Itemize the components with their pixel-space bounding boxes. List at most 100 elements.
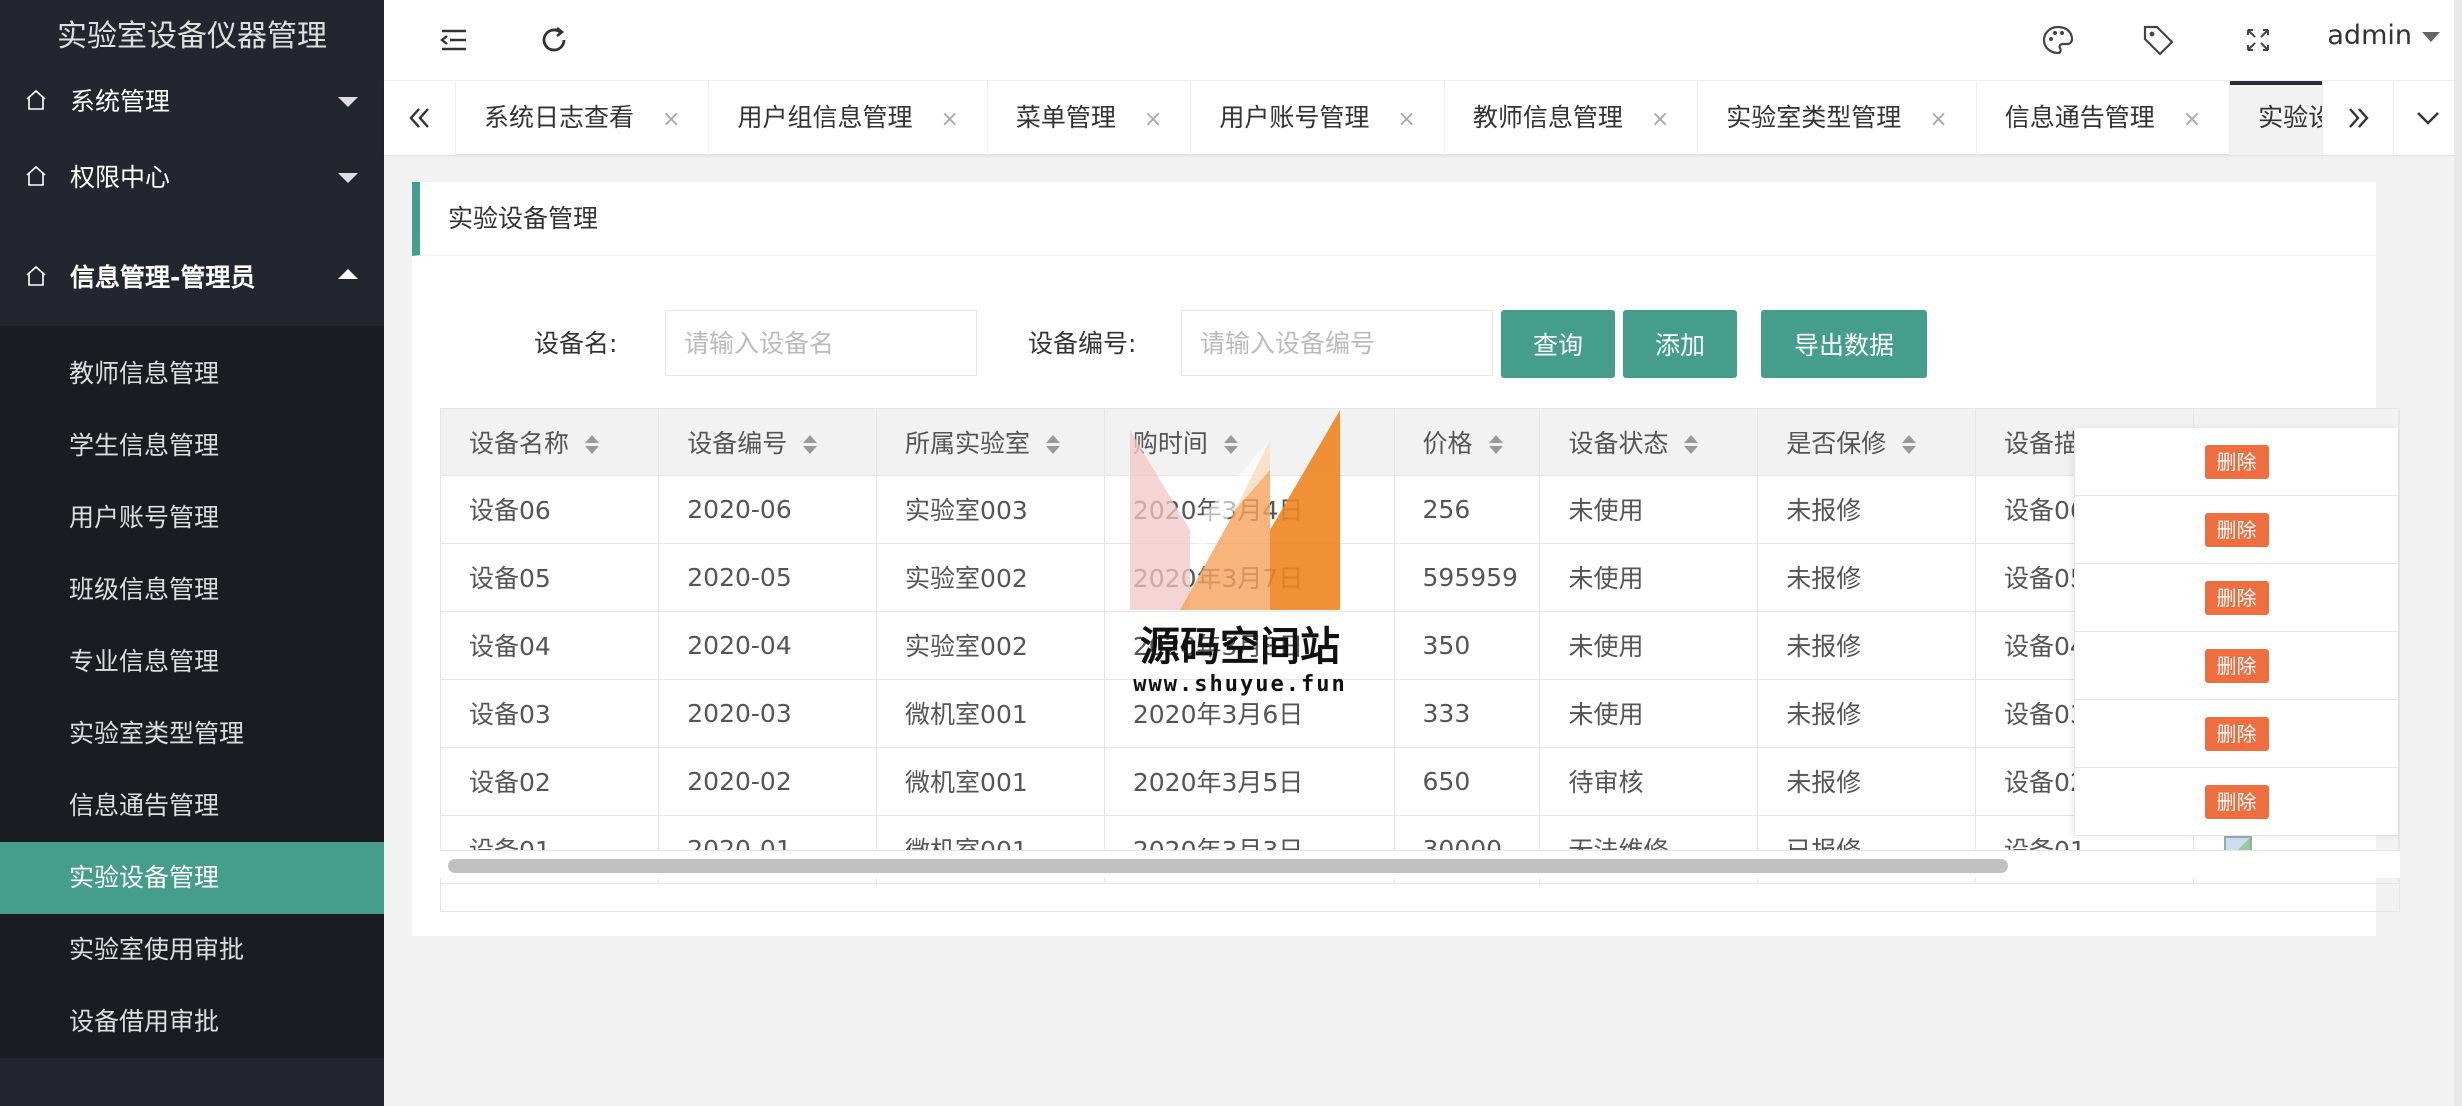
add-button[interactable]: 添加 [1623, 310, 1737, 378]
sidebar-item-borrow-approval[interactable]: 设备借用审批 [0, 986, 384, 1058]
action-cell: 删除 [2075, 496, 2398, 564]
col-header-code[interactable]: 设备编号 [658, 409, 878, 476]
tag-icon[interactable] [2140, 22, 2176, 58]
palette-icon[interactable] [2040, 22, 2076, 58]
home-icon [26, 265, 46, 286]
nav-group-info-admin[interactable]: 信息管理-管理员 [0, 226, 384, 326]
col-header-name[interactable]: 设备名称 [441, 409, 660, 476]
close-icon[interactable]: × [662, 107, 680, 132]
close-icon[interactable]: × [1397, 107, 1415, 132]
table-cell: 设备06 [441, 475, 660, 544]
double-chevron-right-icon [2349, 108, 2369, 128]
double-chevron-left-icon [408, 108, 429, 128]
equipment-code-input[interactable] [1181, 310, 1493, 376]
table-cell: 设备02 [441, 747, 660, 816]
watermark: 源码空间站 www.shuyue.fun [1120, 410, 1360, 700]
sort-icon[interactable] [1488, 434, 1503, 455]
menu-fold-icon[interactable] [436, 22, 472, 58]
tab-teacher[interactable]: 教师信息管理 × [1445, 81, 1699, 155]
table-cell: 设备05 [441, 543, 660, 612]
col-header-repair[interactable]: 是否保修 [1757, 409, 1976, 476]
sidebar-item-lab-type[interactable]: 实验室类型管理 [0, 698, 384, 770]
scrollbar-thumb[interactable] [448, 859, 2008, 873]
sidebar-item-major[interactable]: 专业信息管理 [0, 626, 384, 698]
table-cell: 微机室001 [876, 747, 1105, 816]
table-cell: 2020-06 [658, 475, 878, 544]
close-icon[interactable]: × [1929, 107, 1947, 132]
tab-menu[interactable]: 菜单管理 × [988, 81, 1192, 155]
top-header: admin [384, 0, 2462, 80]
home-icon [26, 89, 46, 110]
refresh-icon[interactable] [536, 22, 572, 58]
table-cell: 2020-05 [658, 543, 878, 612]
sidebar-item-class[interactable]: 班级信息管理 [0, 554, 384, 626]
sort-icon[interactable] [803, 434, 818, 455]
home-icon [26, 165, 46, 186]
col-header-status[interactable]: 设备状态 [1539, 409, 1759, 476]
export-button[interactable]: 导出数据 [1761, 310, 1927, 378]
table-cell: 650 [1394, 747, 1541, 816]
query-button[interactable]: 查询 [1501, 310, 1615, 378]
sort-icon[interactable] [1684, 434, 1699, 455]
delete-button[interactable]: 删除 [2204, 444, 2269, 479]
sidebar-item-user-account[interactable]: 用户账号管理 [0, 482, 384, 554]
sort-icon[interactable] [1046, 434, 1061, 455]
tab-system-log[interactable]: 系统日志查看 × [456, 81, 710, 155]
delete-button[interactable]: 删除 [2204, 648, 2269, 683]
action-cell: 删除 [2075, 700, 2398, 768]
sidebar-item-teacher[interactable]: 教师信息管理 [0, 338, 384, 410]
user-menu[interactable]: admin [2327, 20, 2412, 51]
table-cell: 未使用 [1539, 543, 1759, 612]
delete-button[interactable]: 删除 [2204, 716, 2269, 751]
sidebar-item-lab-approval[interactable]: 实验室使用审批 [0, 914, 384, 986]
equipment-code-label: 设备编号: [1028, 329, 1137, 358]
col-header-price[interactable]: 价格 [1394, 409, 1541, 476]
delete-button[interactable]: 删除 [2204, 784, 2269, 819]
sidebar-item-notice[interactable]: 信息通告管理 [0, 770, 384, 842]
nav-group-permission[interactable]: 权限中心 [0, 126, 384, 226]
nav-group-system[interactable]: 系统管理 [0, 74, 384, 126]
sidebar-item-equipment[interactable]: 实验设备管理 [0, 842, 384, 914]
col-header-lab[interactable]: 所属实验室 [876, 409, 1105, 476]
table-cell: 未使用 [1539, 611, 1759, 680]
fullscreen-icon[interactable] [2240, 22, 2276, 58]
action-cell: 删除 [2075, 632, 2398, 700]
tab-user-group[interactable]: 用户组信息管理 × [709, 81, 988, 155]
action-cell: 删除 [2075, 428, 2398, 496]
tab-equipment[interactable]: 实验设 [2230, 81, 2322, 155]
page-scrollbar[interactable] [2454, 0, 2462, 1106]
sort-icon[interactable] [585, 434, 600, 455]
tab-lab-type[interactable]: 实验室类型管理 × [1698, 81, 1977, 155]
table-cell: 实验室002 [876, 543, 1105, 612]
sort-icon[interactable] [1902, 434, 1917, 455]
delete-button[interactable]: 删除 [2204, 580, 2269, 615]
sidebar: 实验室设备仪器管理 系统管理 权限中心 信息管理-管理员 教师信息管理 学生信息… [0, 0, 384, 1106]
tab-notice[interactable]: 信息通告管理 × [1977, 81, 2231, 155]
tab-label: 实验室类型管理 [1726, 103, 1902, 132]
nav-group-label: 信息管理-管理员 [70, 263, 256, 292]
tab-scroll-left-button[interactable] [384, 81, 456, 155]
table-cell: 设备04 [441, 611, 660, 680]
table-cell: 2020年3月5日 [1104, 747, 1395, 816]
page-title: 实验设备管理 [412, 182, 2376, 256]
close-icon[interactable]: × [1144, 107, 1162, 132]
delete-button[interactable]: 删除 [2204, 512, 2269, 547]
close-icon[interactable]: × [1651, 107, 1669, 132]
nav-group-label: 系统管理 [70, 87, 171, 116]
tab-scroll-right-button[interactable] [2322, 81, 2394, 155]
tab-label: 教师信息管理 [1472, 103, 1623, 132]
table-cell: 未使用 [1539, 475, 1759, 544]
table-cell: 未报修 [1757, 747, 1976, 816]
tab-user-account[interactable]: 用户账号管理 × [1191, 81, 1445, 155]
tab-menu-dropdown-button[interactable] [2394, 81, 2462, 155]
fixed-action-column: 删除 删除 删除 删除 删除 删除 [2074, 428, 2398, 836]
tab-label: 用户账号管理 [1219, 103, 1370, 132]
horizontal-scrollbar[interactable] [440, 850, 2400, 878]
equipment-name-input[interactable] [665, 310, 977, 376]
close-icon[interactable]: × [2183, 107, 2201, 132]
chevron-down-icon [338, 97, 358, 107]
sidebar-item-student[interactable]: 学生信息管理 [0, 410, 384, 482]
tab-label: 信息通告管理 [2004, 103, 2155, 132]
close-icon[interactable]: × [940, 107, 958, 132]
action-cell: 删除 [2075, 768, 2398, 836]
